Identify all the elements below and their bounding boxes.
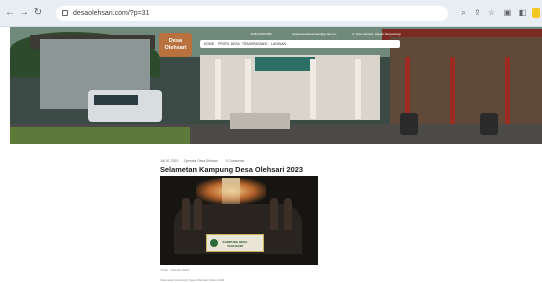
reload-icon[interactable]: ↻	[33, 7, 43, 19]
person	[270, 198, 278, 230]
post-body: Selametan Kampung Desa Olehsari Tahun 20…	[160, 278, 225, 282]
banner-text: KAMPUNG DESA OLEHSARI	[222, 240, 248, 248]
topbar-phone[interactable]: +6281234567890	[250, 30, 272, 38]
person	[182, 198, 190, 230]
pillar	[215, 59, 221, 119]
topbar-address[interactable]: Jl. Desa Olehsari, Glagah, Banyuwangi	[352, 30, 401, 38]
profile-icon[interactable]	[532, 8, 540, 18]
extensions-icon[interactable]: ▣	[503, 8, 512, 18]
photo-caption: "Kebo - Keboan 2023"	[160, 268, 190, 272]
url-text: desaolehsari.com/?p=31	[73, 10, 150, 17]
person	[284, 198, 292, 230]
steps	[230, 113, 290, 129]
grass	[10, 127, 190, 144]
main-menu: HOME PROFIL DESA TRANSPARANSI LAYANAN	[200, 40, 400, 48]
red-pillar	[505, 57, 510, 127]
post-title: Selametan Kampung Desa Olehsari 2023	[160, 165, 303, 174]
parked-van	[88, 90, 162, 122]
pillar	[310, 59, 316, 119]
site-logo[interactable]: Desa Olehsari	[159, 33, 192, 57]
person	[194, 198, 202, 230]
pillar	[245, 59, 251, 119]
address-bar[interactable]: desaolehsari.com/?p=31	[56, 6, 448, 21]
star-icon[interactable]: ☆	[487, 8, 496, 18]
forward-icon[interactable]: →	[19, 7, 29, 19]
topbar-email[interactable]: pelayanandesaolehsari@gmail.com	[292, 30, 336, 38]
menu-item-profil-desa[interactable]: PROFIL DESA	[218, 40, 240, 48]
sidebar-icon[interactable]: ◧	[518, 8, 527, 18]
menu-item-home[interactable]: HOME	[204, 40, 214, 48]
post-photo: KAMPUNG DESA OLEHSARI	[160, 176, 318, 265]
hero-photo: +6281234567890 pelayanandesaolehsari@gma…	[10, 27, 542, 144]
site-topbar: +6281234567890 pelayanandesaolehsari@gma…	[160, 30, 542, 38]
back-icon[interactable]: ←	[5, 7, 15, 19]
motorcycle	[480, 113, 498, 135]
search-icon[interactable]: ⌕	[459, 8, 468, 18]
logo-line2: Olehsari	[164, 44, 187, 51]
menu-item-layanan[interactable]: LAYANAN	[271, 40, 286, 48]
hall-sign	[255, 57, 315, 71]
lock-icon[interactable]	[62, 10, 68, 16]
event-banner: KAMPUNG DESA OLEHSARI	[206, 234, 264, 252]
motorcycle	[400, 113, 418, 135]
menu-item-transparansi[interactable]: TRANSPARANSI	[242, 40, 267, 48]
browser-toolbar: ← → ↻ desaolehsari.com/?p=31 ⌕ ⇪ ☆ ▣ ◧	[0, 0, 542, 27]
red-pillar	[450, 57, 455, 127]
pillar	[355, 59, 361, 119]
van-window	[94, 95, 138, 105]
share-icon[interactable]: ⇪	[473, 8, 482, 18]
